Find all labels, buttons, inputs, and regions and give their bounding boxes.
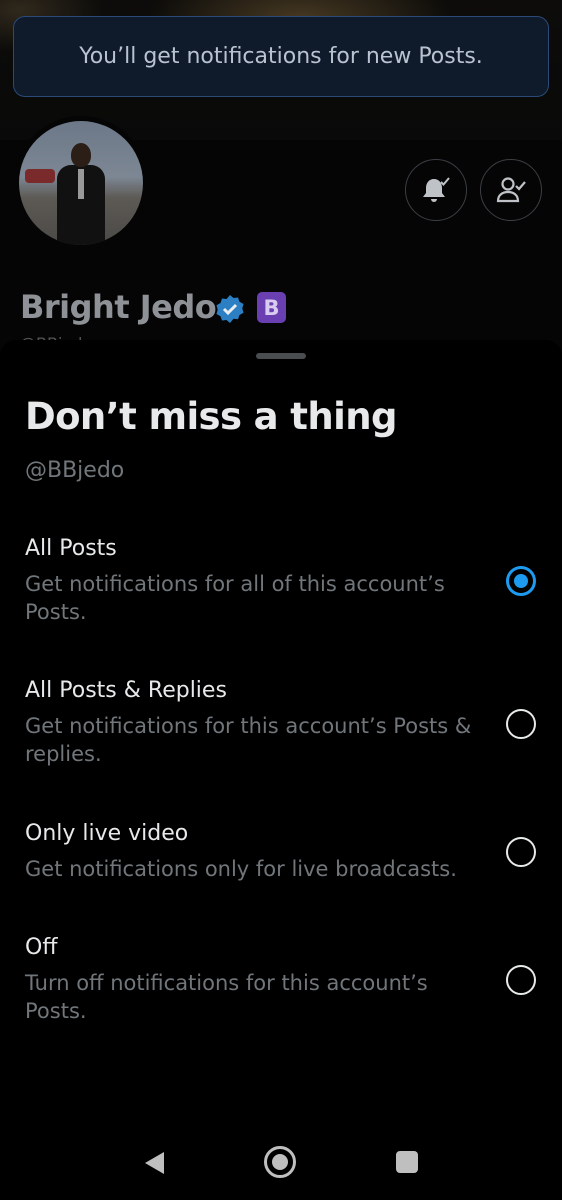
- recents-square-icon[interactable]: [396, 1151, 418, 1173]
- sheet-drag-handle[interactable]: [256, 353, 306, 359]
- option-all-posts-replies[interactable]: All Posts & Replies Get notifications fo…: [0, 678, 562, 768]
- profile-name: Bright Jedo: [20, 288, 217, 326]
- radio-only-live-video[interactable]: [506, 837, 536, 867]
- option-title: Off: [25, 935, 58, 960]
- radio-all-posts[interactable]: [506, 566, 536, 596]
- option-description: Get notifications for all of this accoun…: [25, 572, 445, 624]
- sheet-title: Don’t miss a thing: [25, 395, 397, 438]
- option-off[interactable]: Off Turn off notifications for this acco…: [0, 935, 562, 1025]
- back-triangle-icon[interactable]: [142, 1150, 166, 1176]
- option-title: All Posts & Replies: [25, 678, 227, 703]
- bell-check-icon: [423, 177, 450, 202]
- toast-text: You’ll get notifications for new Posts.: [79, 44, 483, 69]
- option-all-posts[interactable]: All Posts Get notifications for all of t…: [0, 536, 562, 626]
- home-circle-icon[interactable]: [264, 1146, 296, 1178]
- radio-off[interactable]: [506, 965, 536, 995]
- notification-toast: You’ll get notifications for new Posts.: [13, 16, 549, 97]
- person-check-icon: [496, 177, 526, 203]
- option-only-live-video[interactable]: Only live video Get notifications only f…: [0, 821, 562, 881]
- option-description: Get notifications for this account’s Pos…: [25, 714, 472, 766]
- notification-settings-sheet: Don’t miss a thing @BBjedo All Posts Get…: [0, 340, 562, 1200]
- option-description: Turn off notifications for this account’…: [25, 971, 428, 1023]
- option-title: All Posts: [25, 536, 117, 561]
- verified-badge-icon: [216, 295, 244, 323]
- sheet-handle: @BBjedo: [25, 458, 125, 483]
- profile-background: You’ll get notifications for new Posts. …: [0, 0, 562, 370]
- option-description: Get notifications only for live broadcas…: [25, 857, 457, 881]
- notifications-bell-button[interactable]: [405, 159, 467, 221]
- following-button[interactable]: [480, 159, 542, 221]
- radio-all-posts-replies[interactable]: [506, 709, 536, 739]
- option-title: Only live video: [25, 821, 189, 846]
- profile-photo: [19, 121, 143, 245]
- system-nav-bar: [0, 1120, 562, 1200]
- subscription-badge-icon: B: [257, 292, 286, 323]
- avatar[interactable]: [14, 116, 148, 250]
